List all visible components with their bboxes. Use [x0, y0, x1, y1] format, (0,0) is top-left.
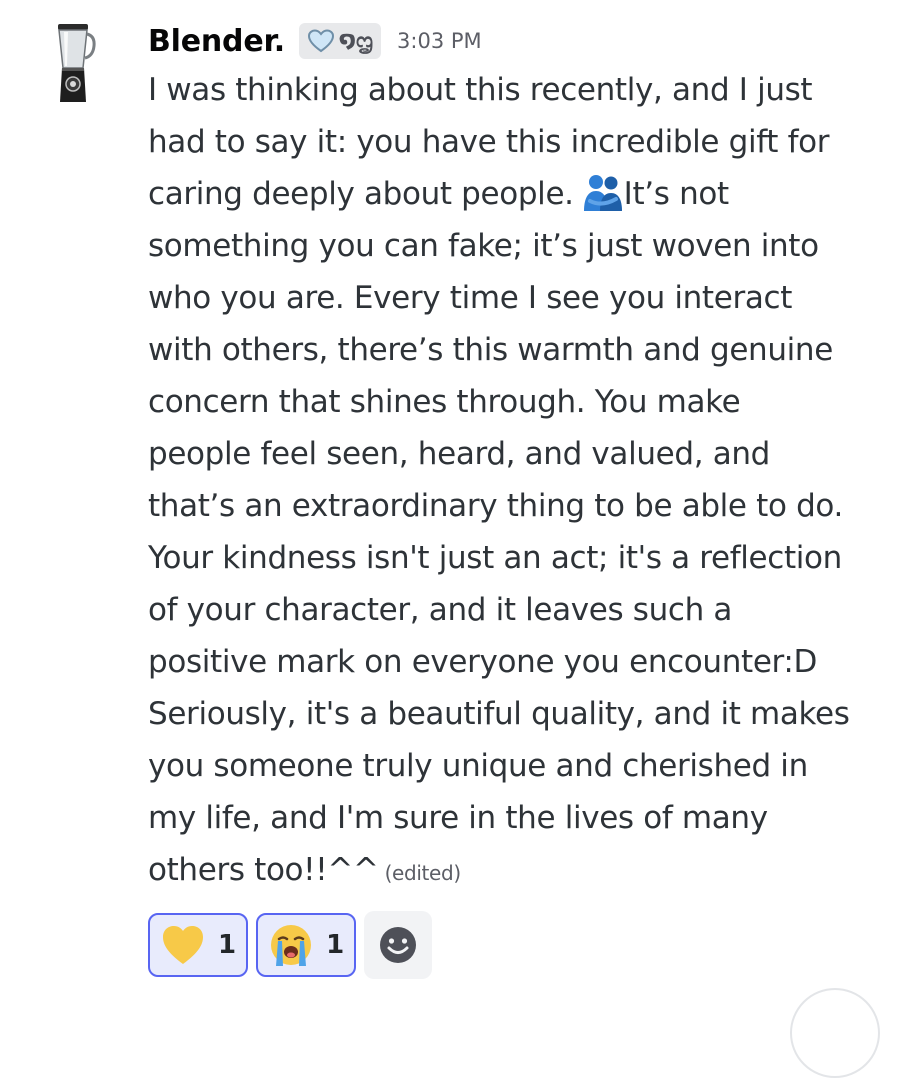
- message-line-last: others too!!^^ (edited): [148, 844, 888, 899]
- message-line: of your character, and it leaves such a: [148, 592, 733, 628]
- message-line: with others, there’s this warmth and gen…: [148, 332, 833, 368]
- message-line-text: It’s not: [623, 176, 729, 212]
- message-line-with-emoji: caring deeply about people. It’s not: [148, 168, 888, 220]
- chat-message: Blender. ໑ᦗ 3:03 PM I was thinking about…: [0, 0, 900, 1078]
- message-body: I was thinking about this recently, and …: [148, 64, 888, 899]
- yellow-heart-icon: [163, 926, 203, 964]
- message-line-text: others too!!^^: [148, 852, 379, 888]
- message-line: you someone truly unique and cherished i…: [148, 748, 808, 784]
- people-hugging-icon[interactable]: [582, 173, 624, 211]
- reaction-loudly-crying[interactable]: 1: [256, 913, 357, 977]
- message-line: concern that shines through. You make: [148, 384, 741, 420]
- message-line: I was thinking about this recently, and …: [148, 72, 813, 108]
- message-line: positive mark on everyone you encounter:…: [148, 644, 818, 680]
- reactions-bar: 1 1: [148, 911, 433, 979]
- heart-outline-icon: [307, 29, 335, 53]
- smiley-add-reaction-icon: [380, 927, 417, 963]
- message-line: who you are. Every time I see you intera…: [148, 280, 793, 316]
- message-line: Seriously, it's a beautiful quality, and…: [148, 696, 850, 732]
- loudly-crying-face-icon: [271, 925, 312, 966]
- message-line: my life, and I'm sure in the lives of ma…: [148, 800, 768, 836]
- message-header: Blender. ໑ᦗ 3:03 PM: [148, 18, 888, 64]
- reaction-count: 1: [326, 930, 345, 960]
- guild-tag[interactable]: ໑ᦗ: [299, 23, 382, 59]
- reaction-yellow-heart[interactable]: 1: [148, 913, 249, 977]
- floating-action-button[interactable]: [790, 988, 880, 1078]
- message-line: Your kindness isn't just an act; it's a …: [148, 540, 842, 576]
- message-timestamp[interactable]: 3:03 PM: [397, 29, 482, 53]
- guild-tag-text: ໑ᦗ: [339, 28, 374, 53]
- add-reaction-button[interactable]: [364, 911, 433, 979]
- message-line: something you can fake; it’s just woven …: [148, 228, 819, 264]
- edited-label: (edited): [384, 861, 462, 885]
- reaction-count: 1: [218, 930, 237, 960]
- blender-avatar-icon: [58, 24, 96, 102]
- user-avatar[interactable]: [52, 22, 96, 104]
- author-name[interactable]: Blender.: [148, 24, 285, 59]
- message-line: had to say it: you have this incredible …: [148, 124, 830, 160]
- message-line-text: caring deeply about people.: [148, 176, 574, 212]
- message-line: that’s an extraordinary thing to be able…: [148, 488, 843, 524]
- message-line: people feel seen, heard, and valued, and: [148, 436, 770, 472]
